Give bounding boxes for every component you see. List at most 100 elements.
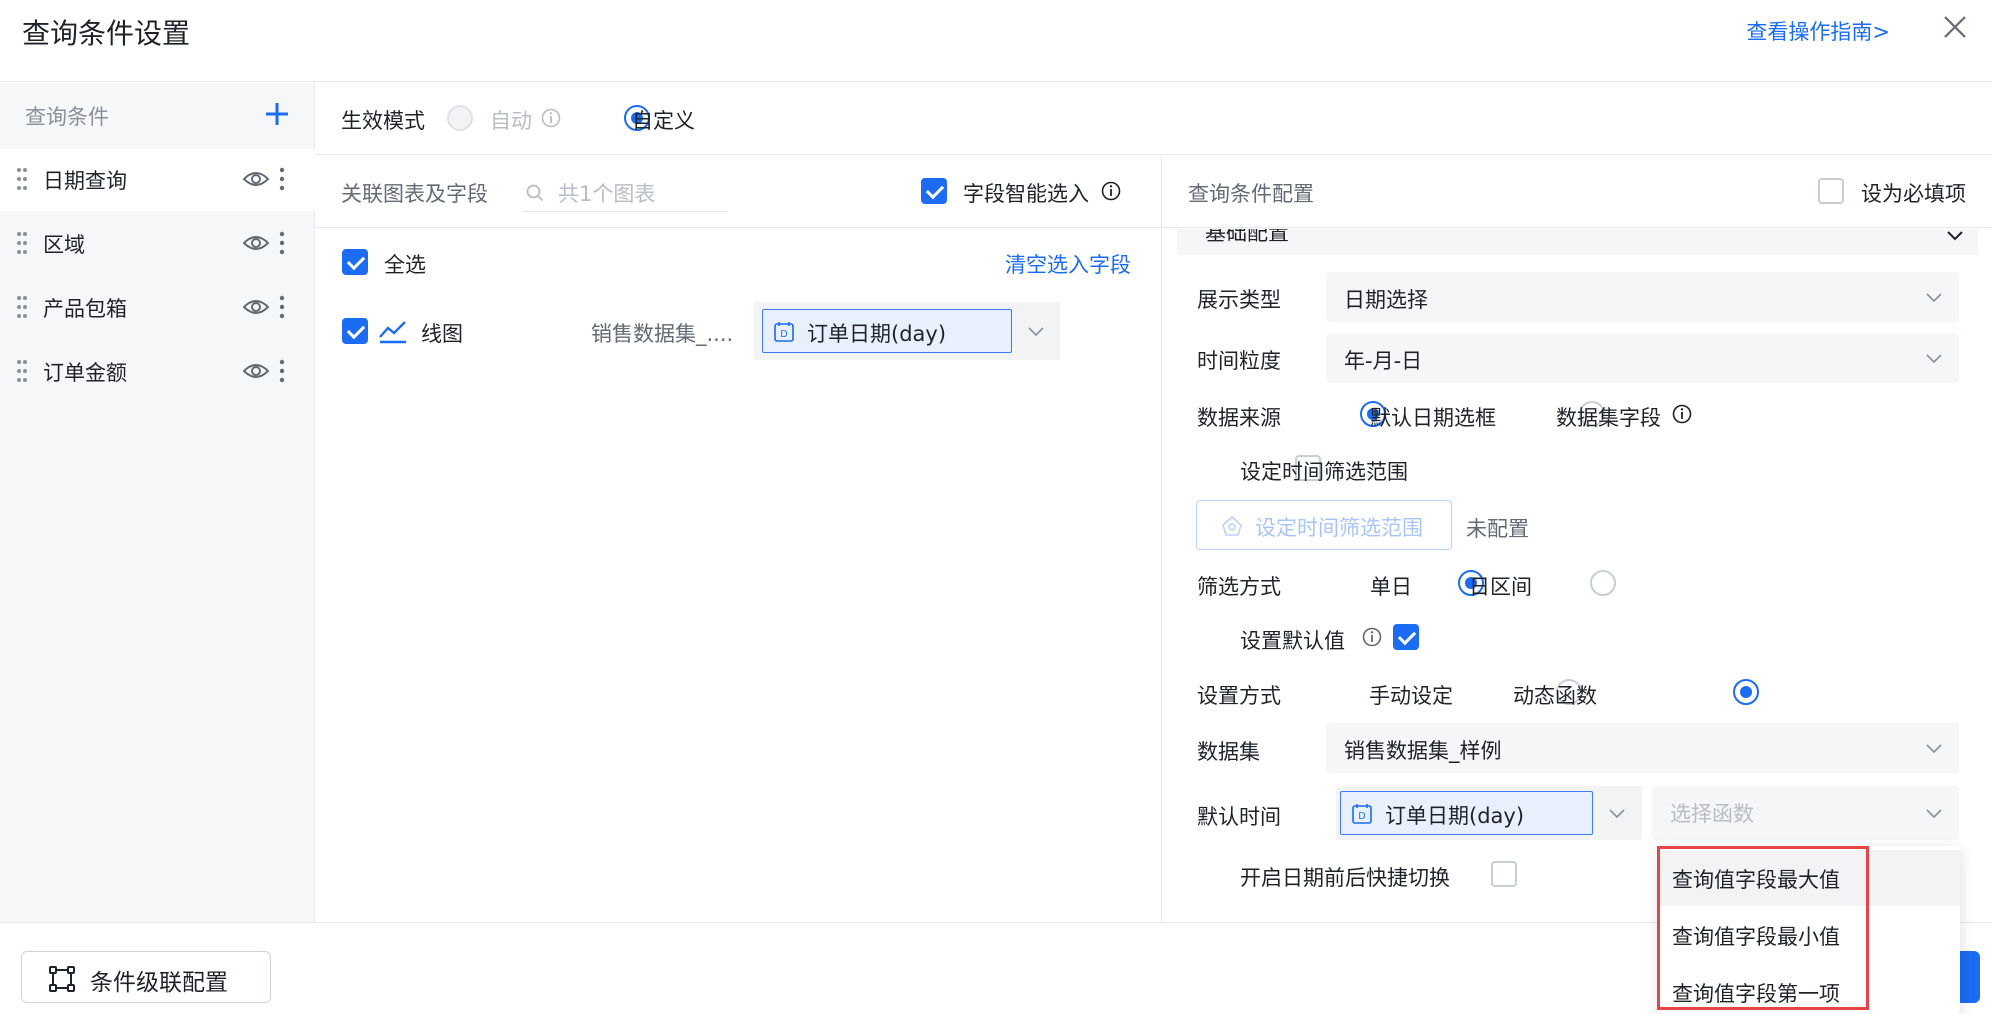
- chevron-down-icon: [1926, 354, 1942, 364]
- granularity-label: 时间粒度: [1197, 349, 1281, 373]
- condition-item-amount[interactable]: 订单金额: [0, 341, 315, 403]
- filter-range-radio[interactable]: [1590, 570, 1617, 596]
- required-checkbox[interactable]: [1818, 178, 1844, 204]
- more-icon[interactable]: [278, 231, 286, 255]
- svg-text:D: D: [780, 329, 787, 340]
- function-select[interactable]: 选择函数: [1652, 786, 1959, 840]
- basic-config-section[interactable]: 基础配置: [1177, 229, 1978, 255]
- condition-label: 区域: [43, 233, 85, 257]
- mode-row: 生效模式 自动 自定义: [316, 83, 1992, 155]
- smart-select-label: 字段智能选入: [963, 182, 1089, 206]
- dataset-label: 数据集: [1197, 740, 1260, 764]
- condition-item-product[interactable]: 产品包箱: [0, 277, 315, 339]
- filter-single-label: 单日: [1370, 575, 1412, 599]
- select-all-checkbox[interactable]: [342, 249, 368, 275]
- default-time-field-select[interactable]: D 订单日期(day): [1336, 786, 1642, 840]
- cascade-icon: [49, 966, 75, 992]
- field-chip: D 订单日期(day): [762, 309, 1012, 353]
- condition-label: 订单金额: [43, 361, 127, 385]
- default-value-label: 设置默认值: [1240, 629, 1345, 653]
- chevron-down-icon: [1028, 327, 1044, 337]
- dialog-title: 查询条件设置: [22, 17, 191, 50]
- more-icon[interactable]: [278, 295, 286, 319]
- sidebar-heading: 查询条件: [25, 105, 109, 129]
- select-all-label: 全选: [384, 253, 426, 277]
- mode-custom-label: 自定义: [632, 109, 695, 133]
- eye-icon[interactable]: [243, 169, 269, 189]
- dataset-select[interactable]: 销售数据集_样例: [1326, 723, 1959, 773]
- cascade-config-button[interactable]: 条件级联配置: [21, 951, 271, 1003]
- set-mode-dynamic-label: 动态函数: [1513, 684, 1597, 708]
- mode-auto-label: 自动: [490, 109, 532, 133]
- date-field-icon: D: [774, 322, 794, 342]
- section-title: 基础配置: [1205, 229, 1289, 245]
- condition-label: 产品包箱: [43, 297, 127, 321]
- eye-icon[interactable]: [243, 361, 269, 381]
- info-icon: [1672, 404, 1692, 424]
- display-type-label: 展示类型: [1197, 288, 1281, 312]
- field-chip-label: 订单日期(day): [807, 322, 947, 346]
- condition-label: 日期查询: [43, 169, 127, 193]
- condition-item-region[interactable]: 区域: [0, 213, 315, 275]
- condition-sidebar: 查询条件 日期查询 区域 产品包箱 订单金额: [0, 83, 315, 923]
- filter-mode-label: 筛选方式: [1197, 575, 1281, 599]
- time-range-button[interactable]: 设定时间筛选范围: [1196, 500, 1452, 550]
- svg-text:D: D: [1358, 811, 1365, 822]
- eye-icon[interactable]: [243, 297, 269, 317]
- set-mode-dynamic-radio[interactable]: [1732, 679, 1759, 705]
- granularity-select[interactable]: 年-月-日: [1326, 333, 1959, 383]
- drag-handle-icon[interactable]: [16, 231, 28, 255]
- drag-handle-icon[interactable]: [16, 167, 28, 191]
- source-default-label: 默认日期选框: [1370, 406, 1496, 430]
- chart-name: 线图: [421, 322, 463, 346]
- add-condition-icon[interactable]: [262, 99, 292, 129]
- close-icon[interactable]: [1940, 12, 1970, 42]
- source-dataset-label: 数据集字段: [1556, 406, 1661, 430]
- smart-select-checkbox[interactable]: [921, 178, 947, 204]
- clear-fields-link[interactable]: 清空选入字段: [1005, 249, 1131, 279]
- source-label: 数据来源: [1197, 406, 1281, 430]
- chart-row-checkbox[interactable]: [342, 318, 368, 344]
- condition-item-date[interactable]: 日期查询: [0, 149, 315, 211]
- quick-switch-label: 开启日期前后快捷切换: [1240, 866, 1450, 890]
- required-label: 设为必填项: [1861, 182, 1966, 206]
- dataset-value: 销售数据集_样例: [1344, 739, 1502, 763]
- chevron-down-icon: [1926, 809, 1942, 819]
- display-type-select[interactable]: 日期选择: [1326, 272, 1959, 322]
- set-mode-label: 设置方式: [1197, 684, 1281, 708]
- quick-switch-checkbox[interactable]: [1491, 861, 1518, 887]
- info-icon: [1362, 627, 1382, 647]
- config-title: 查询条件配置: [1188, 182, 1314, 206]
- chart-link-row: 线图 销售数据集_.... D 订单日期(day): [316, 300, 1061, 364]
- chart-search-placeholder: 共1个图表: [558, 182, 656, 206]
- highlight-annotation-box: [1657, 846, 1869, 1010]
- mode-auto-radio[interactable]: [447, 105, 473, 131]
- chart-search-input[interactable]: 共1个图表: [522, 172, 728, 212]
- function-placeholder: 选择函数: [1670, 802, 1754, 826]
- granularity-value: 年-月-日: [1344, 349, 1423, 373]
- eye-icon[interactable]: [243, 233, 269, 253]
- chevron-down-icon: [1947, 231, 1963, 241]
- funnel-icon: [1222, 515, 1242, 536]
- more-icon[interactable]: [278, 359, 286, 383]
- more-icon[interactable]: [278, 167, 286, 191]
- chevron-down-icon: [1926, 293, 1942, 303]
- link-panel-header: 关联图表及字段 共1个图表 字段智能选入: [316, 156, 1162, 228]
- search-icon: [526, 184, 544, 202]
- time-range-button-label: 设定时间筛选范围: [1255, 516, 1423, 540]
- guide-link[interactable]: 查看操作指南>: [1746, 16, 1890, 46]
- drag-handle-icon[interactable]: [16, 295, 28, 319]
- info-icon: [541, 108, 561, 128]
- filter-range-label: 日区间: [1469, 575, 1532, 599]
- drag-handle-icon[interactable]: [16, 359, 28, 383]
- chart-dataset: 销售数据集_....: [591, 322, 734, 346]
- chevron-down-icon: [1926, 744, 1942, 754]
- mode-label: 生效模式: [341, 109, 425, 133]
- default-time-label: 默认时间: [1197, 805, 1281, 829]
- field-chip: D 订单日期(day): [1340, 791, 1593, 835]
- time-range-status: 未配置: [1466, 517, 1529, 541]
- info-icon: [1101, 181, 1121, 201]
- config-header: 查询条件配置 设为必填项: [1163, 156, 1992, 228]
- field-select[interactable]: D 订单日期(day): [754, 302, 1060, 360]
- default-value-checkbox[interactable]: [1393, 624, 1420, 650]
